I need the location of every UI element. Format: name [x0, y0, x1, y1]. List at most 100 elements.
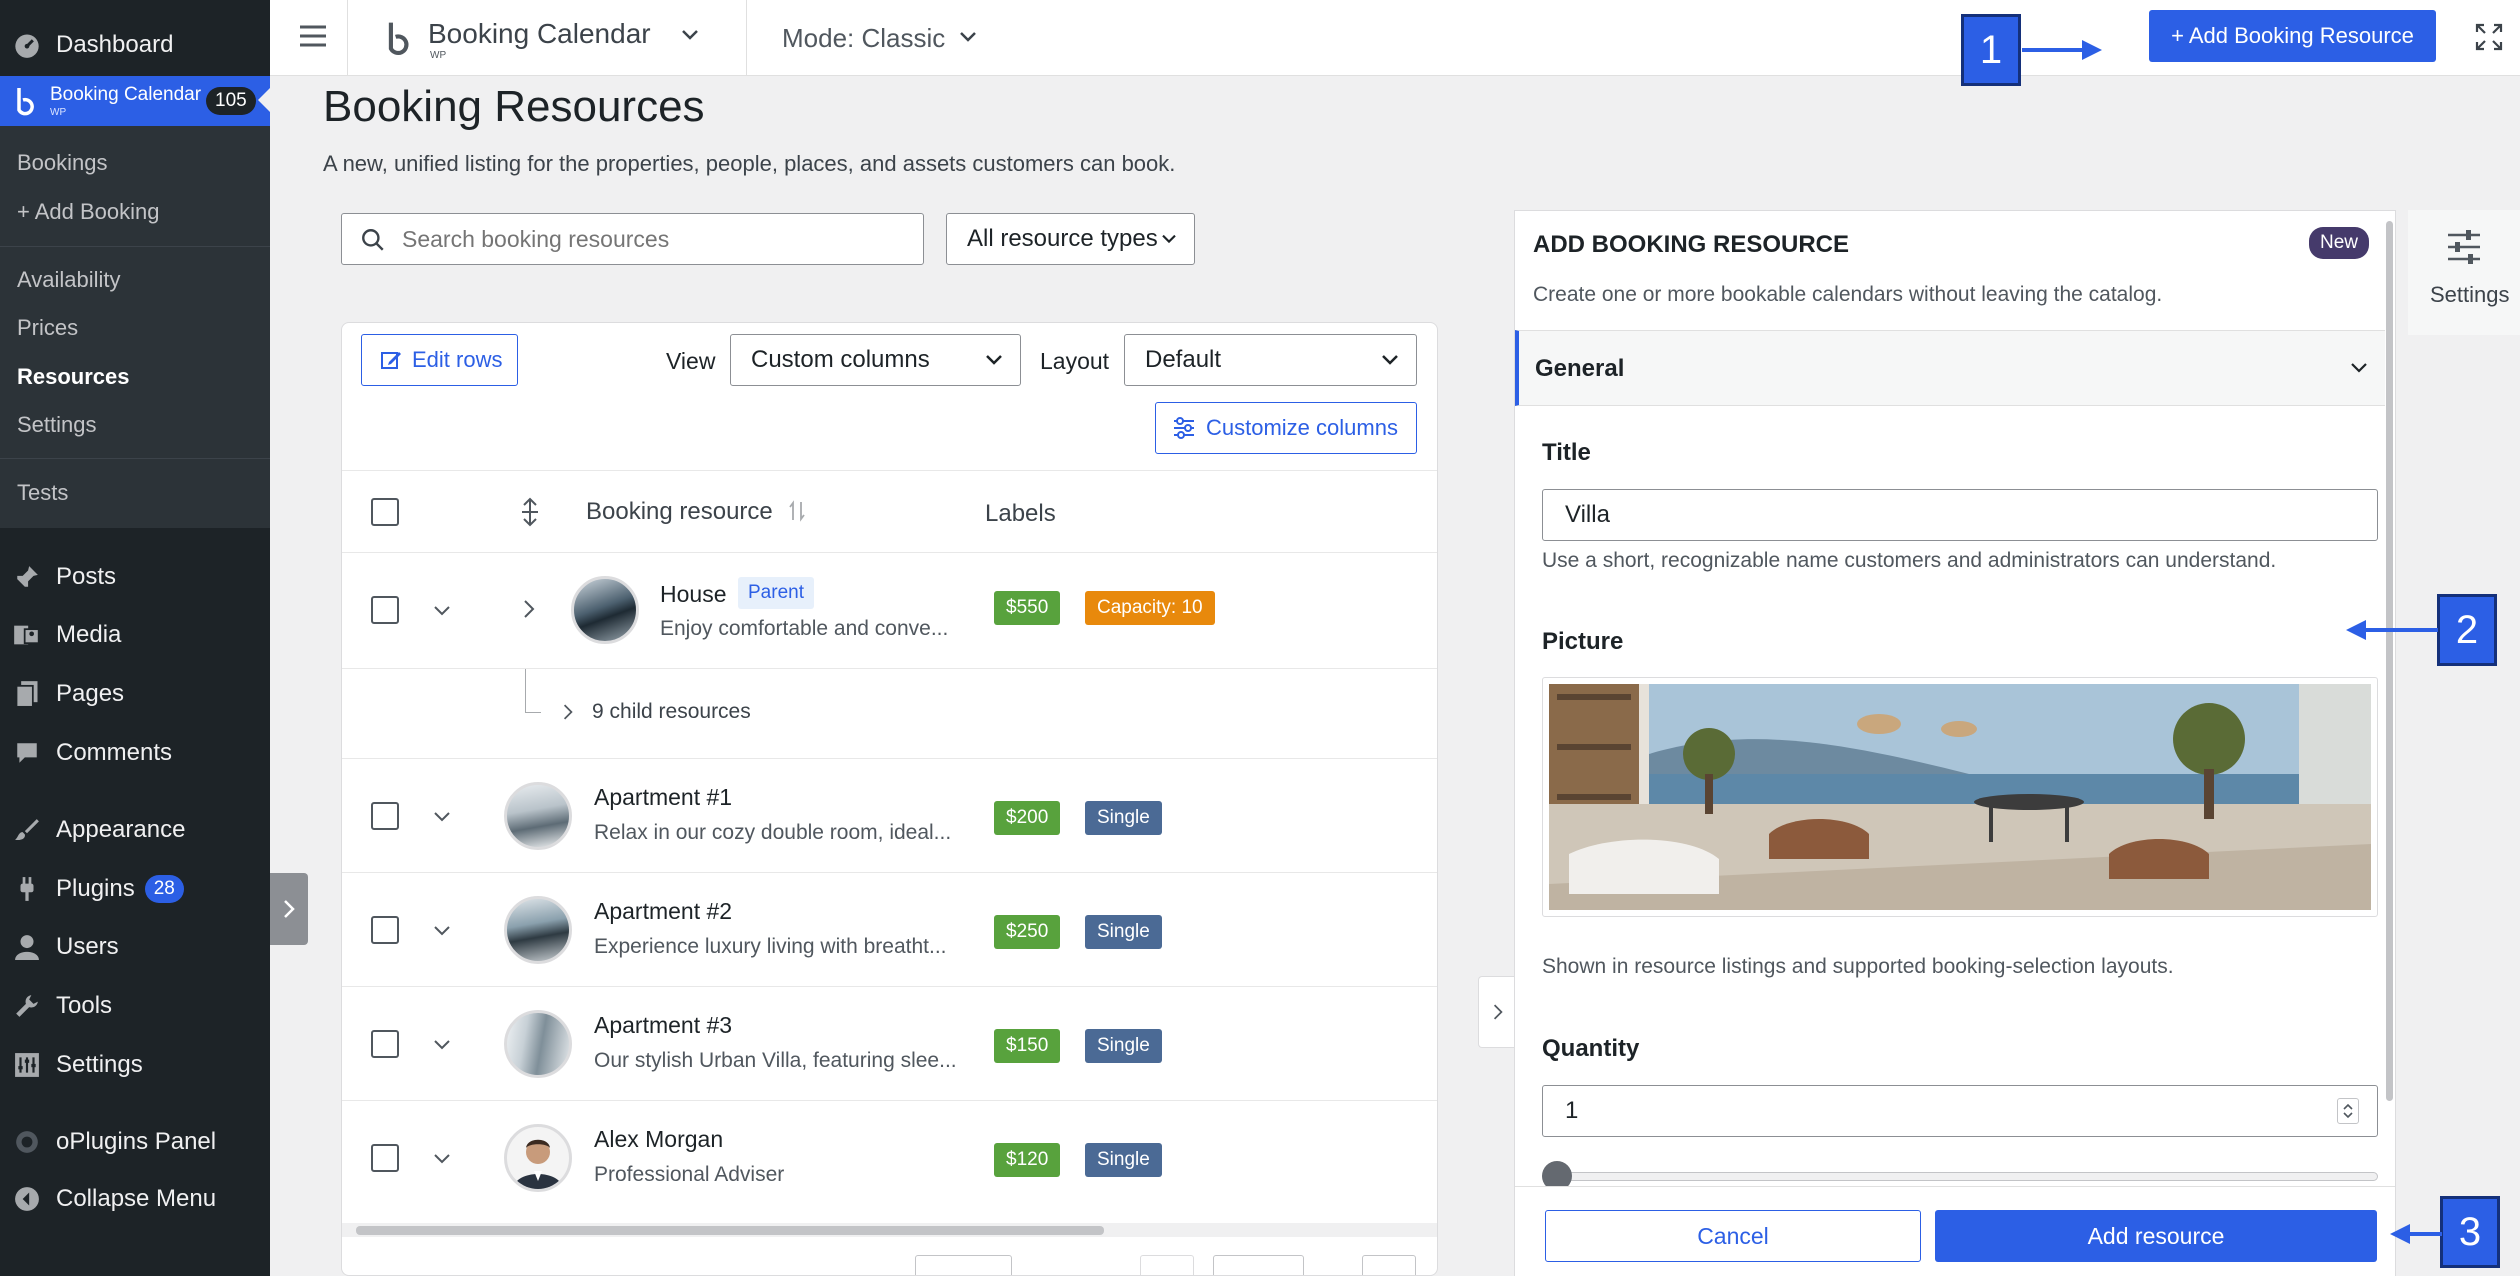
submenu-tests[interactable]: Tests: [17, 480, 68, 506]
column-header-resource[interactable]: Booking resource: [586, 498, 773, 526]
scrollbar-thumb[interactable]: [2386, 221, 2393, 1101]
resource-description: Relax in our cozy double room, ideal...: [594, 821, 952, 844]
drawer-toggle-button[interactable]: [270, 873, 308, 945]
divider: [347, 0, 348, 76]
oplugins-icon: [12, 1127, 42, 1157]
callout-marker-1: 1: [1961, 14, 2021, 86]
menu-label: Pages: [56, 680, 125, 707]
menu-tools[interactable]: Tools: [0, 981, 270, 1031]
layout-select[interactable]: Default: [1124, 334, 1417, 386]
fullscreen-icon[interactable]: [2474, 22, 2504, 52]
expand-row-chevron-icon[interactable]: [432, 604, 452, 618]
customize-columns-button[interactable]: Customize columns: [1155, 402, 1417, 454]
resource-description: Experience luxury living with breatht...: [594, 935, 947, 958]
reorder-icon[interactable]: [518, 497, 542, 527]
edit-rows-button[interactable]: Edit rows: [361, 334, 518, 386]
vertical-scrollbar[interactable]: [2385, 221, 2395, 1101]
mode-selector[interactable]: Mode: Classic: [782, 0, 992, 76]
table-row[interactable]: Alex Morgan Professional Adviser $120 Si…: [342, 1100, 1437, 1214]
submenu-prices[interactable]: Prices: [17, 315, 78, 341]
expand-children-chevron-icon[interactable]: [522, 598, 536, 620]
panel-collapse-handle[interactable]: [1478, 976, 1516, 1048]
menu-pages[interactable]: Pages: [0, 669, 270, 719]
wp-admin-sidebar: Dashboard Booking Calendar WP 105 Bookin…: [0, 0, 270, 1276]
submenu-divider: [0, 458, 270, 459]
resource-title[interactable]: House: [660, 581, 726, 608]
select-all-checkbox[interactable]: [371, 498, 399, 526]
page-title: Booking Resources: [323, 82, 705, 131]
cancel-button[interactable]: Cancel: [1545, 1210, 1921, 1262]
row-checkbox[interactable]: [371, 916, 399, 944]
row-checkbox[interactable]: [371, 1144, 399, 1172]
table-row[interactable]: Apartment #2 Experience luxury living wi…: [342, 872, 1437, 986]
submenu-bookings[interactable]: Bookings: [17, 150, 108, 176]
view-value: Custom columns: [751, 346, 930, 373]
add-resource-submit-button[interactable]: Add resource: [1935, 1210, 2377, 1262]
menu-label: Comments: [56, 739, 173, 766]
hamburger-menu-icon[interactable]: [298, 24, 328, 48]
menu-comments[interactable]: Comments: [0, 728, 270, 778]
scrollbar-thumb[interactable]: [356, 1226, 1104, 1235]
add-booking-resource-button[interactable]: + Add Booking Resource: [2149, 10, 2436, 62]
menu-media[interactable]: Media: [0, 610, 270, 660]
view-select[interactable]: Custom columns: [730, 334, 1021, 386]
search-box[interactable]: [341, 213, 924, 265]
expand-row-chevron-icon[interactable]: [432, 810, 452, 824]
table-row[interactable]: Apartment #3 Our stylish Urban Villa, fe…: [342, 986, 1437, 1100]
chevron-down-icon: [1160, 233, 1178, 245]
table-row[interactable]: House Parent Enjoy comfortable and conve…: [342, 552, 1437, 668]
menu-settings[interactable]: Settings: [0, 1040, 270, 1090]
resource-type-filter[interactable]: All resource types: [946, 213, 1195, 265]
resource-title[interactable]: Alex Morgan: [594, 1126, 723, 1153]
menu-collapse[interactable]: Collapse Menu: [0, 1174, 270, 1224]
resource-title[interactable]: Apartment #2: [594, 898, 732, 925]
expand-row-chevron-icon[interactable]: [432, 924, 452, 938]
submenu-availability[interactable]: Availability: [17, 267, 121, 293]
expand-row-chevron-icon[interactable]: [432, 1038, 452, 1052]
menu-oplugins-panel[interactable]: oPlugins Panel: [0, 1117, 270, 1167]
submenu-add-booking[interactable]: + Add Booking: [17, 199, 160, 225]
pagination-button[interactable]: [1140, 1255, 1194, 1275]
brand-title: Booking Calendar: [428, 18, 651, 49]
menu-dashboard[interactable]: Dashboard: [0, 20, 270, 70]
search-icon: [360, 227, 386, 253]
child-resources-row[interactable]: 9 child resources: [342, 668, 1437, 758]
horizontal-scrollbar[interactable]: [342, 1223, 1437, 1237]
submenu-settings[interactable]: Settings: [17, 412, 97, 438]
panel-intro: Create one or more bookable calendars wi…: [1533, 283, 2163, 306]
filter-value: All resource types: [967, 225, 1158, 252]
pages-icon: [12, 679, 42, 709]
menu-appearance[interactable]: Appearance: [0, 805, 270, 855]
section-general-header[interactable]: General: [1515, 330, 2385, 406]
settings-side-tab[interactable]: Settings: [2408, 210, 2520, 335]
pagination-input[interactable]: [915, 1255, 1012, 1275]
pagination-button[interactable]: [1362, 1255, 1416, 1275]
row-checkbox[interactable]: [371, 1030, 399, 1058]
layout-value: Default: [1145, 346, 1222, 373]
table-row[interactable]: Apartment #1 Relax in our cozy double ro…: [342, 758, 1437, 872]
row-checkbox[interactable]: [371, 596, 399, 624]
brand-switcher[interactable]: Booking Calendar WP: [385, 0, 715, 76]
title-input[interactable]: Villa: [1542, 489, 2378, 541]
resource-title[interactable]: Apartment #1: [594, 784, 732, 811]
quantity-stepper[interactable]: 1: [1542, 1085, 2378, 1137]
menu-posts[interactable]: Posts: [0, 552, 270, 602]
expand-row-chevron-icon[interactable]: [432, 1152, 452, 1166]
menu-booking-calendar[interactable]: Booking Calendar WP 105: [0, 76, 270, 126]
picture-help: Shown in resource listings and supported…: [1542, 955, 2174, 978]
capacity-badge: Capacity: 10: [1085, 591, 1215, 625]
spin-arrows-icon[interactable]: [2337, 1098, 2359, 1124]
menu-plugins[interactable]: Plugins 28: [0, 864, 270, 914]
search-input[interactable]: [402, 222, 902, 256]
pagination-input[interactable]: [1213, 1255, 1304, 1275]
picture-upload[interactable]: [1542, 677, 2378, 917]
child-resources-label: 9 child resources: [592, 700, 751, 723]
chevron-right-icon: [1493, 1004, 1503, 1020]
collapse-arrow-icon: [12, 1184, 42, 1214]
price-badge: $200: [994, 801, 1061, 835]
submenu-resources[interactable]: Resources: [17, 364, 130, 390]
menu-users[interactable]: Users: [0, 922, 270, 972]
resource-title[interactable]: Apartment #3: [594, 1012, 732, 1039]
row-checkbox[interactable]: [371, 802, 399, 830]
sort-icon[interactable]: [788, 500, 806, 522]
